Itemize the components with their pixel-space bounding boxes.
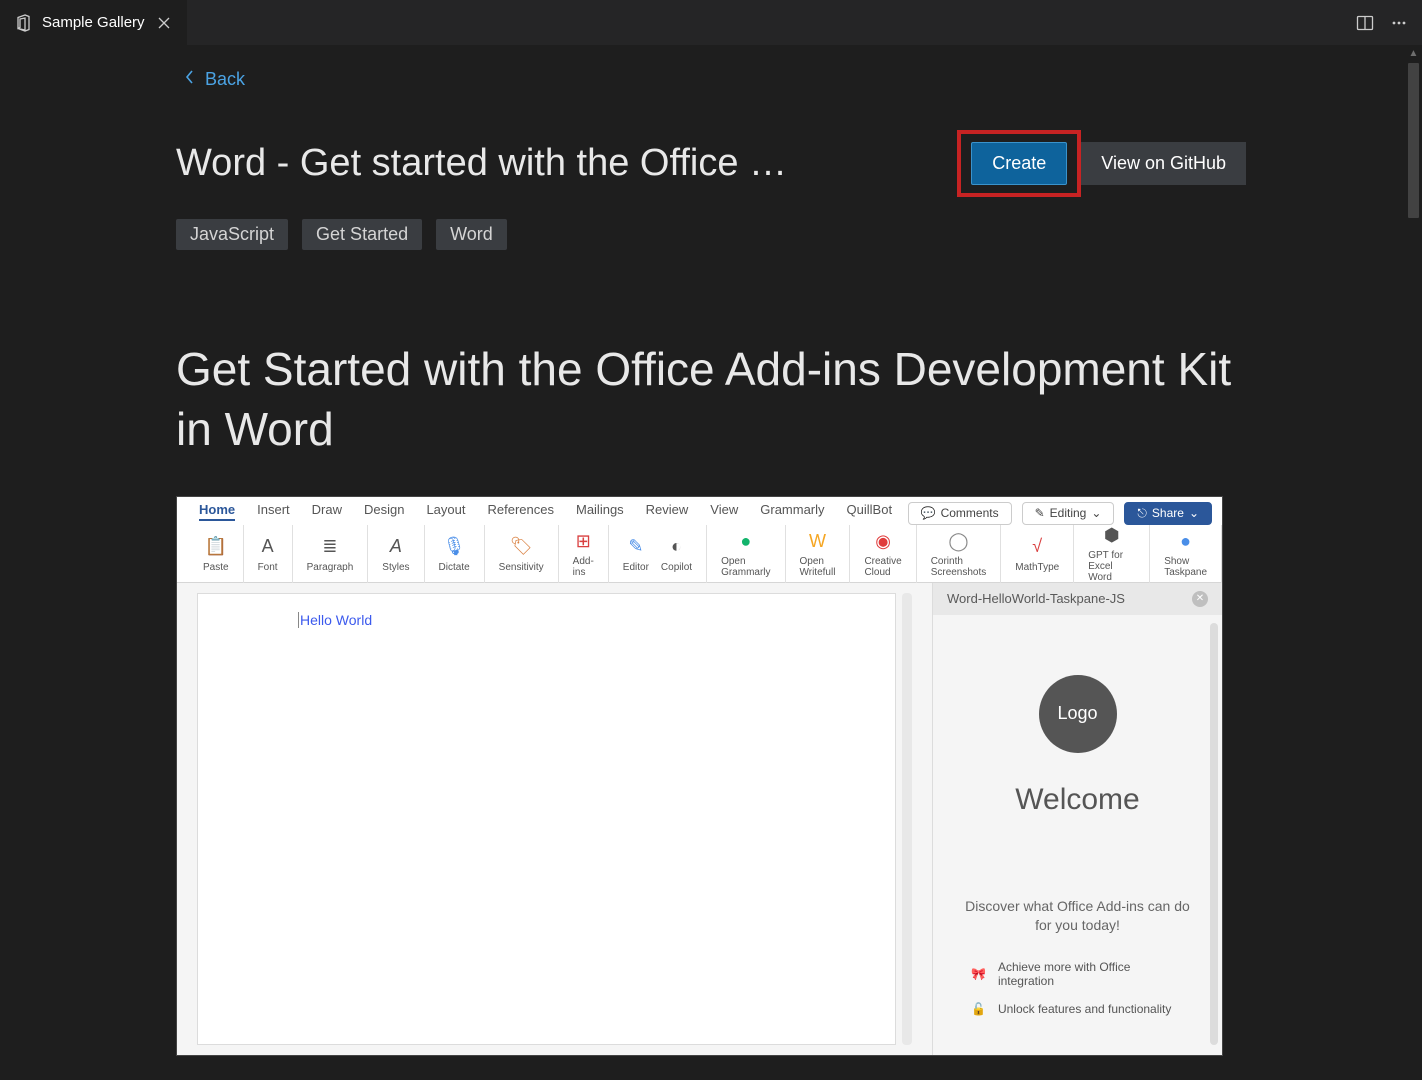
header-row: Word - Get started with the Office … Cre… xyxy=(176,130,1246,197)
ribbon-tab-layout: Layout xyxy=(426,502,465,521)
ribbon-tab-home: Home xyxy=(199,502,235,521)
editing-pill: ✎Editing⌄ xyxy=(1022,502,1115,525)
pencil-icon: ✎ xyxy=(1035,506,1045,520)
tool-addins: ⊞Add-ins xyxy=(559,525,609,583)
create-button[interactable]: Create xyxy=(971,142,1067,185)
more-actions-icon[interactable] xyxy=(1390,14,1408,32)
ribbon-tabs: Home Insert Draw Design Layout Reference… xyxy=(177,497,945,521)
tag-word: Word xyxy=(436,219,507,250)
tags-row: JavaScript Get Started Word xyxy=(176,219,1246,250)
ribbon-tab-mailings: Mailings xyxy=(576,502,624,521)
share-pill: ⎋Share⌄ xyxy=(1124,502,1212,525)
tag-javascript: JavaScript xyxy=(176,219,288,250)
taskpane-close-icon: ✕ xyxy=(1192,591,1208,607)
ribbon-tab-review: Review xyxy=(646,502,689,521)
document-area: Hello World xyxy=(177,583,932,1055)
scrollbar-up-icon[interactable]: ▲ xyxy=(1405,45,1422,62)
chevron-down-icon: ⌄ xyxy=(1189,506,1199,520)
back-link[interactable]: Back xyxy=(184,69,245,90)
ribbon-tab-grammarly: Grammarly xyxy=(760,502,824,521)
tool-creative-cloud: ◉Creative Cloud xyxy=(850,525,916,583)
ribbon-tools: 📋Paste AFont ≣Paragraph AStyles 🎙Dictate… xyxy=(189,525,1222,583)
tool-copilot: ◐Copilot xyxy=(655,525,707,583)
view-on-github-button[interactable]: View on GitHub xyxy=(1081,142,1246,185)
ribbon-tab-quillbot: QuillBot xyxy=(847,502,893,521)
close-icon[interactable] xyxy=(155,14,173,32)
ribbon-icon: 🎀 xyxy=(971,967,986,981)
tool-gpt: ⬢GPT for Excel Word xyxy=(1074,525,1150,583)
ribbon-tab-draw: Draw xyxy=(312,502,342,521)
tab-bar: Sample Gallery xyxy=(0,0,1422,45)
article-heading: Get Started with the Office Add-ins Deve… xyxy=(176,340,1246,460)
tab-sample-gallery[interactable]: Sample Gallery xyxy=(0,0,188,45)
back-label: Back xyxy=(205,69,245,90)
tool-editor: ✎Editor xyxy=(609,525,655,583)
tab-actions xyxy=(1356,14,1422,32)
chevron-left-icon xyxy=(184,69,195,90)
feature-item: 🔓Unlock features and functionality xyxy=(971,1002,1184,1016)
tool-font: AFont xyxy=(244,525,293,583)
feature-list: 🎀Achieve more with Office integration 🔓U… xyxy=(953,960,1202,1030)
tool-paste: 📋Paste xyxy=(189,525,244,583)
comments-pill: 💬Comments xyxy=(908,502,1012,525)
comment-icon: 💬 xyxy=(921,506,936,520)
taskpane-header: Word-HelloWorld-Taskpane-JS ✕ xyxy=(933,583,1222,615)
preview-screenshot: Home Insert Draw Design Layout Reference… xyxy=(176,496,1223,1056)
document-page: Hello World xyxy=(197,593,896,1045)
document-text: Hello World xyxy=(298,612,372,628)
ribbon-tab-insert: Insert xyxy=(257,502,290,521)
welcome-heading: Welcome xyxy=(1015,783,1139,817)
ribbon-right: 💬Comments ✎Editing⌄ ⎋Share⌄ xyxy=(908,502,1212,525)
tool-writefull: WOpen Writefull xyxy=(786,525,851,583)
document-scrollbar xyxy=(902,593,912,1045)
tag-get-started: Get Started xyxy=(302,219,422,250)
lock-icon: 🔓 xyxy=(971,1002,986,1016)
ribbon-tab-view: View xyxy=(710,502,738,521)
split-editor-icon[interactable] xyxy=(1356,14,1374,32)
taskpane-title: Word-HelloWorld-Taskpane-JS xyxy=(947,591,1125,606)
taskpane-scrollbar xyxy=(1210,623,1218,1045)
office-icon xyxy=(14,14,32,32)
taskpane-content: Logo Welcome Discover what Office Add-in… xyxy=(933,615,1222,1055)
chevron-down-icon: ⌄ xyxy=(1091,506,1101,520)
button-group: Create View on GitHub xyxy=(957,130,1246,197)
tool-mathtype: √MathType xyxy=(1001,525,1074,583)
tool-paragraph: ≣Paragraph xyxy=(293,525,369,583)
ribbon-tab-design: Design xyxy=(364,502,404,521)
discover-text: Discover what Office Add-ins can do for … xyxy=(953,897,1202,936)
tool-grammarly: ●Open Grammarly xyxy=(707,525,785,583)
tab-title: Sample Gallery xyxy=(42,14,145,31)
create-highlight-box: Create xyxy=(957,130,1081,197)
taskpane: Word-HelloWorld-Taskpane-JS ✕ Logo Welco… xyxy=(932,583,1222,1055)
ribbon: Home Insert Draw Design Layout Reference… xyxy=(177,497,1222,583)
tool-corinth: ◯Corinth Screenshots xyxy=(917,525,1002,583)
share-icon: ⎋ xyxy=(1137,506,1147,521)
page-title: Word - Get started with the Office … xyxy=(176,142,917,185)
tool-styles: AStyles xyxy=(368,525,424,583)
preview-body: Hello World Word-HelloWorld-Taskpane-JS … xyxy=(177,583,1222,1055)
logo-icon: Logo xyxy=(1039,675,1117,753)
tool-dictate: 🎙Dictate xyxy=(425,525,485,583)
feature-item: 🎀Achieve more with Office integration xyxy=(971,960,1184,988)
tool-sensitivity: 🏷Sensitivity xyxy=(485,525,559,583)
content-area: Back Word - Get started with the Office … xyxy=(0,45,1422,1080)
scrollbar-thumb[interactable] xyxy=(1408,63,1419,218)
page-scrollbar[interactable]: ▲ xyxy=(1405,45,1422,1080)
tool-show-taskpane: ●Show Taskpane xyxy=(1150,525,1222,583)
ribbon-tab-references: References xyxy=(488,502,554,521)
